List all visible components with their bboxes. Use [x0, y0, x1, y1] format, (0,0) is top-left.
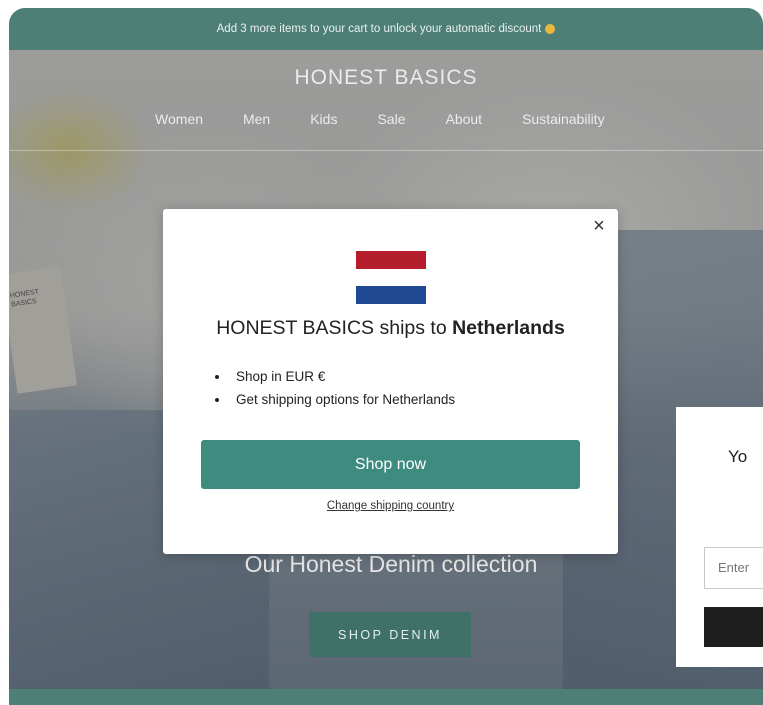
announcement-bar: Add 3 more items to your cart to unlock … — [9, 8, 763, 50]
modal-title: HONEST BASICS ships to Netherlands — [163, 317, 618, 340]
change-shipping-country-link[interactable]: Change shipping country — [163, 500, 618, 512]
netherlands-flag-icon — [356, 251, 426, 304]
nav-item-about[interactable]: About — [445, 111, 482, 127]
shop-now-button[interactable]: Shop now — [201, 440, 580, 489]
newsletter-email-input[interactable]: Enter — [704, 547, 763, 589]
flag-stripe-red — [356, 251, 426, 269]
header-divider — [9, 150, 763, 151]
shipping-country-modal: × HONEST BASICS ships to Netherlands Sho… — [163, 209, 618, 554]
main-nav: Women Men Kids Sale About Sustainability — [155, 111, 645, 127]
hero-title-text: Our Honest Denim collection — [244, 551, 538, 577]
modal-title-country: Netherlands — [452, 317, 565, 339]
smiling-face-icon — [545, 24, 556, 34]
modal-title-prefix: HONEST BASICS ships to — [216, 317, 453, 339]
close-icon[interactable]: × — [590, 216, 608, 236]
hero-title: Our Honest Denim collection — [9, 551, 763, 578]
nav-item-men[interactable]: Men — [243, 111, 270, 127]
bottom-bar — [9, 689, 763, 705]
benefit-currency: Shop in EUR € — [215, 369, 455, 392]
nav-item-sale[interactable]: Sale — [377, 111, 405, 127]
flag-stripe-white — [356, 268, 426, 287]
site-logo[interactable]: HONEST BASICS — [9, 66, 763, 90]
modal-benefits-list: Shop in EUR € Get shipping options for N… — [215, 369, 455, 415]
flag-stripe-blue — [356, 286, 426, 304]
newsletter-submit-button[interactable] — [704, 607, 763, 647]
newsletter-heading: Yo — [728, 447, 748, 466]
nav-item-sustainability[interactable]: Sustainability — [522, 111, 605, 127]
shop-denim-button[interactable]: SHOP DENIM — [309, 612, 471, 657]
nav-item-kids[interactable]: Kids — [310, 111, 337, 127]
benefit-shipping: Get shipping options for Netherlands — [215, 392, 455, 415]
nav-item-women[interactable]: Women — [155, 111, 203, 127]
announcement-text: Add 3 more items to your cart to unlock … — [216, 23, 542, 35]
newsletter-panel: Yo Enter — [676, 407, 763, 667]
